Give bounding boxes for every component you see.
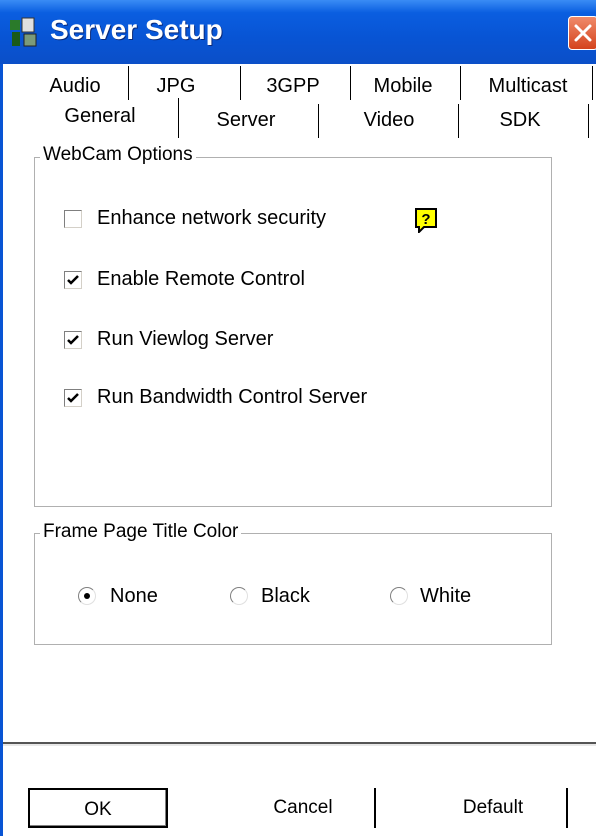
close-button[interactable]	[568, 16, 596, 50]
tab-separator	[178, 98, 179, 138]
tab-separator	[458, 104, 459, 138]
footer-divider-highlight	[3, 744, 596, 746]
tab-separator	[592, 66, 593, 100]
tab-separator	[318, 104, 319, 138]
tab-3gpp[interactable]: 3GPP	[252, 72, 334, 100]
tab-audio[interactable]: Audio	[40, 72, 110, 100]
title-color-legend: Frame Page Title Color	[40, 521, 242, 543]
tab-server[interactable]: Server	[196, 106, 296, 134]
window-title: Server Setup	[50, 14, 223, 45]
tab-video[interactable]: Video	[334, 106, 444, 134]
bandwidth-server-label: Run Bandwidth Control Server	[97, 386, 368, 408]
viewlog-server-label: Run Viewlog Server	[97, 328, 274, 350]
tab-separator	[240, 66, 241, 100]
cancel-button[interactable]: Cancel	[232, 788, 376, 828]
viewlog-server-checkbox[interactable]	[64, 331, 82, 349]
tab-separator	[588, 104, 589, 138]
tab-separator	[350, 66, 351, 100]
color-white-label: White	[420, 585, 472, 607]
ok-button[interactable]: OK	[28, 788, 168, 828]
color-black-radio[interactable]	[230, 587, 248, 605]
close-icon	[574, 24, 592, 42]
checkmark-icon	[67, 393, 79, 403]
color-black-label: Black	[261, 585, 310, 607]
tab-jpg[interactable]: JPG	[140, 72, 212, 100]
remote-control-checkbox[interactable]	[64, 271, 82, 289]
tab-general[interactable]: General	[40, 102, 160, 130]
radio-dot	[84, 593, 90, 599]
window-border	[0, 64, 3, 836]
svg-text:?: ?	[421, 211, 430, 228]
webcam-options-legend: WebCam Options	[40, 144, 196, 166]
title-bar[interactable]: Server Setup	[0, 0, 596, 64]
app-icon	[10, 17, 37, 47]
checkmark-icon	[67, 335, 79, 345]
help-icon[interactable]: ?	[414, 207, 438, 233]
default-button[interactable]: Default	[420, 788, 568, 828]
enhance-security-label: Enhance network security	[97, 207, 327, 229]
checkmark-icon	[67, 275, 79, 285]
tab-mobile[interactable]: Mobile	[362, 72, 444, 100]
color-none-radio[interactable]	[78, 587, 96, 605]
remote-control-label: Enable Remote Control	[97, 268, 305, 290]
tab-separator	[128, 66, 129, 100]
color-none-label: None	[110, 585, 158, 607]
enhance-security-checkbox[interactable]	[64, 210, 82, 228]
tab-sdk[interactable]: SDK	[470, 106, 570, 134]
server-setup-window: Server Setup Audio JPG 3GPP Mobile Multi…	[0, 0, 596, 836]
tab-separator	[460, 66, 461, 100]
color-white-radio[interactable]	[390, 587, 408, 605]
tab-multicast[interactable]: Multicast	[474, 72, 582, 100]
bandwidth-server-checkbox[interactable]	[64, 389, 82, 407]
